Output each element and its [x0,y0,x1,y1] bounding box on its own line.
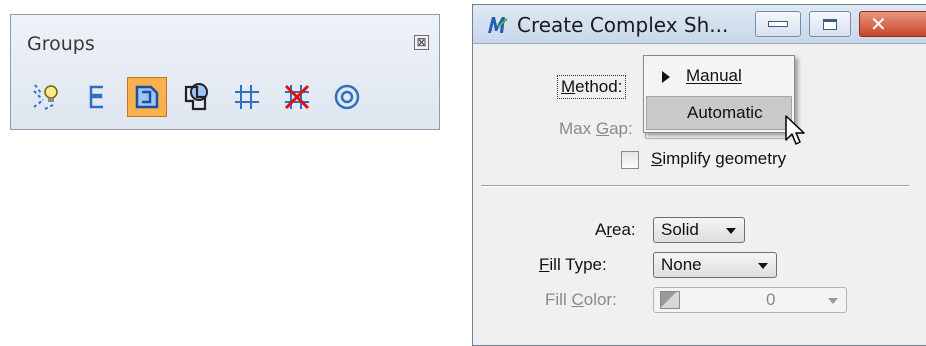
maximize-icon [823,18,837,30]
minimize-button[interactable] [755,11,801,37]
chevron-down-icon [726,228,736,234]
groups-toolbox: Groups ⊠ [10,14,440,130]
hatch-icon [235,85,259,109]
fill-color-value: 0 [766,290,776,309]
chevron-down-icon [758,263,768,269]
complex-shape-icon [135,85,159,109]
groups-tools [27,75,367,119]
chain-tool[interactable] [77,77,117,117]
group-lightbulb-icon [33,84,58,110]
checked-arrow-icon [662,71,670,83]
method-dropdown-menu: Manual Automatic [643,55,795,133]
simplify-geometry-label[interactable]: Simplify geometry [651,149,786,169]
dialog-titlebar[interactable]: Create Complex Sh... ✕ [473,5,926,44]
fill-color-select[interactable]: 0 [653,287,847,313]
mouse-cursor-icon [785,115,805,145]
minimize-icon [768,21,788,27]
region-tool[interactable] [177,77,217,117]
color-swatch-icon [660,291,680,309]
concentric-circle-tool[interactable] [327,77,367,117]
group-lightbulb-tool[interactable] [27,77,67,117]
area-value: Solid [661,220,699,239]
menu-item-manual[interactable]: Manual [646,60,792,94]
dialog-title: Create Complex Sh... [517,13,729,37]
maximize-button[interactable] [809,11,851,37]
microstation-app-icon [488,17,508,33]
complex-shape-tool[interactable] [127,77,167,117]
close-icon: ✕ [870,12,887,36]
chevron-down-icon [828,298,838,304]
groups-title: Groups [27,33,95,55]
hatch-tool[interactable] [227,77,267,117]
fill-type-select[interactable]: None [653,252,777,278]
create-complex-shape-dialog: Create Complex Sh... ✕ Method: Max Gap: … [472,4,926,346]
method-label: Method: [557,75,627,99]
close-button[interactable]: ✕ [859,11,926,37]
concentric-circle-icon [334,84,360,110]
menu-item-automatic[interactable]: Automatic [646,96,792,130]
fill-type-label: Fill Type: [539,255,607,274]
simplify-geometry-checkbox[interactable] [621,151,639,169]
area-select[interactable]: Solid [653,217,745,243]
delete-pattern-tool[interactable] [277,77,317,117]
toolbox-close-icon[interactable]: ⊠ [414,35,429,50]
separator [481,185,909,187]
chain-icon [89,85,103,109]
area-label: Area: [595,220,636,239]
delete-pattern-icon [284,84,310,110]
max-gap-label: Max Gap: [559,119,633,138]
fill-color-label: Fill Color: [545,290,617,309]
fill-type-value: None [661,255,702,274]
region-icon [184,83,208,111]
